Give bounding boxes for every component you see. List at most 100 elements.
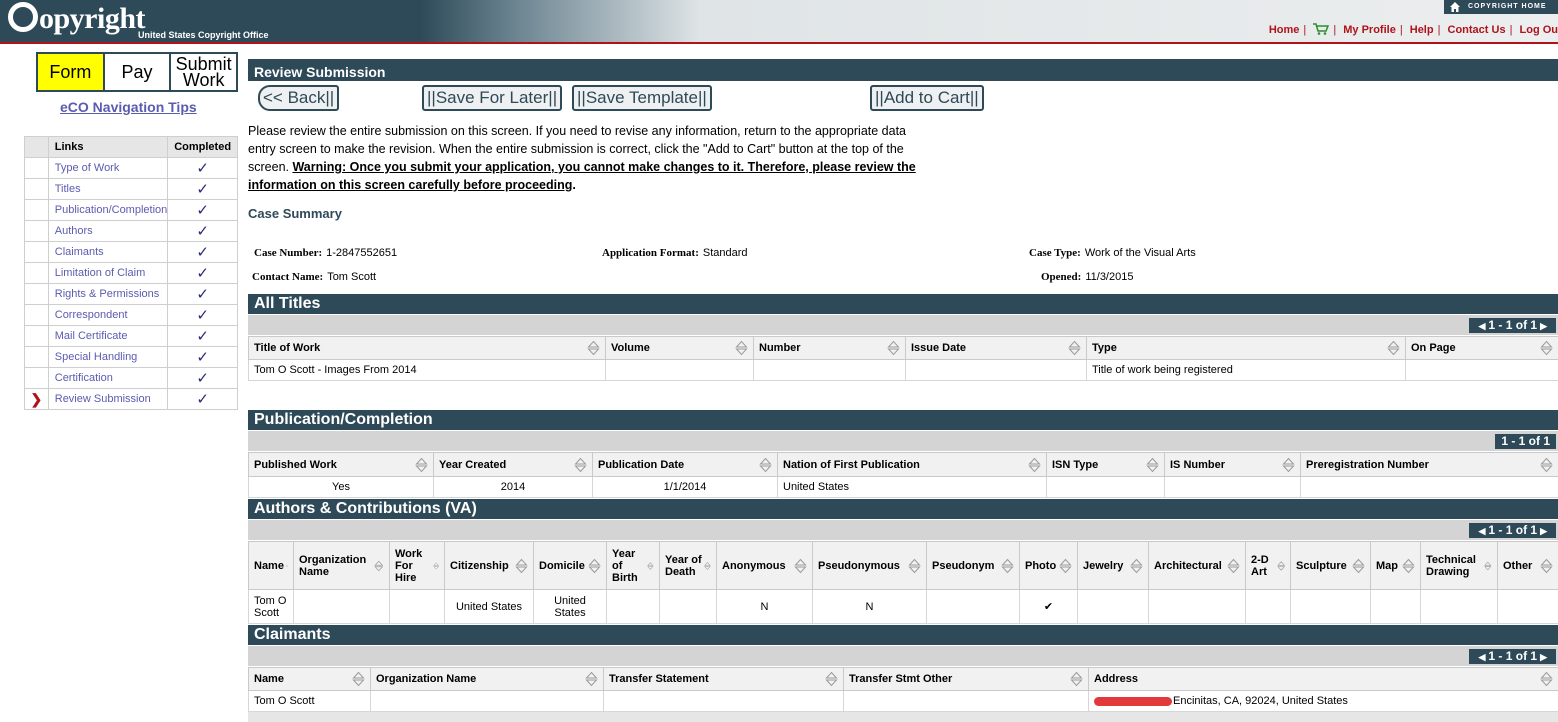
col-header-domicile[interactable]: Domicile [533,541,607,590]
sidebar-link-label[interactable]: Certification [47,367,169,389]
col-header-other[interactable]: Other [1497,541,1558,590]
nav-home[interactable]: Home [1269,24,1300,36]
authors-next-icon[interactable]: ▶ [1540,526,1547,536]
sort-icon[interactable] [1227,558,1240,574]
col-header-isn-type[interactable]: ISN Type [1046,452,1165,477]
sort-icon[interactable] [1387,340,1400,356]
sidebar-item-correspondent[interactable]: Correspondent ✓ [24,304,238,326]
col-header-published-work[interactable]: Published Work [248,452,434,477]
sort-icon[interactable] [352,671,365,687]
col-header-title-of-work[interactable]: Title of Work [248,336,606,360]
col-header-transfer-stmt-other[interactable]: Transfer Stmt Other [843,667,1089,691]
sort-icon[interactable] [735,340,748,356]
sort-icon[interactable] [1540,457,1553,473]
sidebar-item-special-handling[interactable]: Special Handling ✓ [24,346,238,368]
col-header-issue-date[interactable]: Issue Date [905,336,1087,360]
claimants-pager[interactable]: ◀ 1 - 1 of 1 ▶ [1469,649,1556,664]
save-for-later-button[interactable]: ||Save For Later|| [422,85,563,111]
sort-icon[interactable] [588,558,601,574]
nav-my-profile[interactable]: My Profile [1343,24,1396,36]
sort-icon[interactable] [759,457,772,473]
col-header-is-number[interactable]: IS Number [1164,452,1301,477]
claimants-next-icon[interactable]: ▶ [1540,652,1547,662]
sidebar-link-label[interactable]: Authors [47,220,169,242]
sidebar-link-label[interactable]: Type of Work [47,157,169,179]
sort-icon[interactable] [887,340,900,356]
col-header-year-of-birth[interactable]: Year of Birth [606,541,660,590]
sort-icon[interactable] [1130,558,1143,574]
sidebar-item-claimants[interactable]: Claimants ✓ [24,241,238,263]
sort-icon[interactable] [1540,340,1553,356]
col-header-architectural[interactable]: Architectural [1148,541,1246,590]
col-header-year-created[interactable]: Year Created [433,452,593,477]
sort-icon[interactable] [1402,558,1415,574]
sort-icon[interactable] [1282,457,1295,473]
prev-page-icon[interactable]: ◀ [1478,321,1485,331]
sidebar-item-review-submission[interactable]: ❯ Review Submission ✓ [24,388,238,410]
sort-icon[interactable] [704,558,711,574]
nav-log-out[interactable]: Log Ou [1520,24,1558,36]
col-header-citizenship[interactable]: Citizenship [444,541,534,590]
sidebar-link-label[interactable]: Special Handling [47,346,169,368]
claimants-prev-icon[interactable]: ◀ [1478,652,1485,662]
sort-icon[interactable] [825,671,838,687]
sidebar-link-label[interactable]: Publication/Completion [47,199,169,221]
col-header-name[interactable]: Name [248,541,294,590]
add-to-cart-button[interactable]: ||Add to Cart|| [870,85,984,111]
col-header-organization-name[interactable]: Organization Name [293,541,390,590]
sort-icon[interactable] [1484,558,1492,574]
col-header-volume[interactable]: Volume [605,336,754,360]
sidebar-link-label[interactable]: Review Submission [47,388,169,410]
sidebar-item-publication-completion[interactable]: Publication/Completion ✓ [24,199,238,221]
sidebar-item-certification[interactable]: Certification ✓ [24,367,238,389]
sidebar-link-label[interactable]: Titles [47,178,169,200]
next-page-icon[interactable]: ▶ [1540,321,1547,331]
sort-icon[interactable] [1352,558,1365,574]
col-header-on-page[interactable]: On Page [1405,336,1558,360]
cart-icon[interactable] [1313,23,1330,35]
step-submit-work[interactable]: Submit Work [171,54,236,90]
back-button[interactable]: << Back|| [258,85,340,111]
authors-pager[interactable]: ◀ 1 - 1 of 1 ▶ [1469,523,1556,538]
sort-icon[interactable] [1540,671,1553,687]
copyright-home-link[interactable]: COPYRIGHT HOME [1444,0,1558,14]
sort-icon[interactable] [1146,457,1159,473]
authors-prev-icon[interactable]: ◀ [1478,526,1485,536]
col-header-preregistration-number[interactable]: Preregistration Number [1300,452,1558,477]
col-header-photo[interactable]: Photo [1019,541,1078,590]
col-header-organization-name[interactable]: Organization Name [370,667,604,691]
sort-icon[interactable] [515,558,528,574]
sort-icon[interactable] [1276,558,1285,574]
col-header-anonymous[interactable]: Anonymous [716,541,813,590]
col-header-type[interactable]: Type [1086,336,1406,360]
nav-help[interactable]: Help [1410,24,1434,36]
step-form[interactable]: Form [38,54,105,90]
col-header-work-for-hire[interactable]: Work For Hire [389,541,445,590]
nav-contact-us[interactable]: Contact Us [1448,24,1506,36]
sort-icon[interactable] [794,558,807,574]
titles-pager[interactable]: ◀ 1 - 1 of 1 ▶ [1469,318,1556,333]
col-header-technical-drawing[interactable]: Technical Drawing [1420,541,1498,590]
sort-icon[interactable] [587,340,600,356]
col-header-2-d-art[interactable]: 2-D Art [1245,541,1291,590]
eco-navigation-tips-link[interactable]: eCO Navigation Tips [60,99,197,115]
sort-icon[interactable] [1059,558,1072,574]
sidebar-item-limitation-of-claim[interactable]: Limitation of Claim ✓ [24,262,238,284]
sort-icon[interactable] [415,457,428,473]
copyright-logo[interactable]: opyright United States Copyright Office [8,2,269,40]
sidebar-link-label[interactable]: Mail Certificate [47,325,169,347]
sidebar-link-label[interactable]: Claimants [47,241,169,263]
col-header-transfer-statement[interactable]: Transfer Statement [603,667,844,691]
sort-icon[interactable] [585,671,598,687]
sort-icon[interactable] [286,558,288,574]
sort-icon[interactable] [1001,558,1014,574]
sort-icon[interactable] [1540,558,1553,574]
sidebar-item-titles[interactable]: Titles ✓ [24,178,238,200]
col-header-pseudonym[interactable]: Pseudonym [926,541,1020,590]
sidebar-link-label[interactable]: Correspondent [47,304,169,326]
col-header-number[interactable]: Number [753,336,906,360]
sort-icon[interactable] [1068,340,1081,356]
col-header-nation-of-first-publication[interactable]: Nation of First Publication [777,452,1047,477]
col-header-publication-date[interactable]: Publication Date [592,452,778,477]
sort-icon[interactable] [1070,671,1083,687]
